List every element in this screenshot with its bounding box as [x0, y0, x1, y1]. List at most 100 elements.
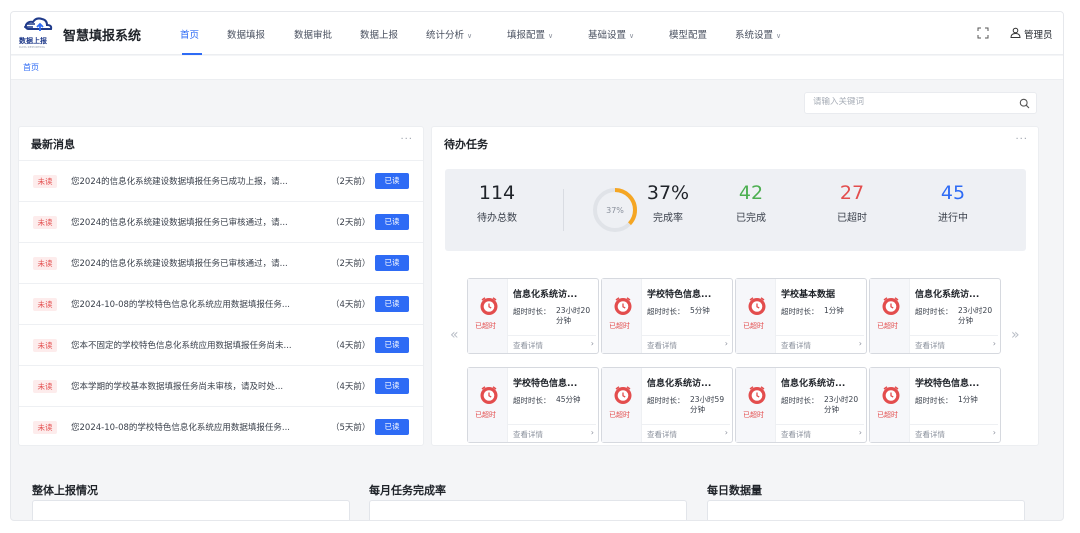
- unread-badge: 未读: [33, 339, 57, 352]
- message-time: （4天前）: [331, 341, 371, 351]
- list-item[interactable]: 未读 您2024的信息化系统建设数据填报任务已审核通过，请... （2天前） 已…: [19, 242, 423, 283]
- completion-rate-value: 37%: [646, 182, 690, 204]
- search-icon[interactable]: [1019, 98, 1030, 109]
- alarm-clock-icon: [882, 297, 900, 315]
- message-text[interactable]: 您2024的信息化系统建设数据填报任务已审核通过，请...: [71, 216, 326, 228]
- nav-item-statistics[interactable]: 统计分析 ∨: [426, 27, 472, 41]
- task-card-status-area: [468, 368, 508, 442]
- task-card[interactable]: 已超时 信息化系统访... 超时时长： 23小时20分钟 查看详情 ›: [467, 278, 599, 354]
- breadcrumb: 首页: [11, 56, 1063, 80]
- message-text[interactable]: 您本学期的学校基本数据填报任务尚未审核，请及时处...: [71, 380, 326, 392]
- task-details-link[interactable]: 查看详情 ›: [508, 335, 596, 351]
- view-details-link[interactable]: 查看详情: [513, 429, 543, 440]
- task-details-link[interactable]: 查看详情 ›: [776, 424, 864, 440]
- messages-title: 最新消息: [31, 138, 75, 151]
- view-details-link[interactable]: 查看详情: [915, 429, 945, 440]
- nav-item-label: 统计分析: [426, 30, 465, 41]
- total-tasks-value: 114: [478, 182, 516, 204]
- nav-item-label: 数据审批: [294, 30, 333, 41]
- nav-item-fill-config[interactable]: 填报配置 ∨: [507, 27, 553, 41]
- ring-label: 37%: [606, 206, 624, 215]
- task-status: 已超时: [743, 411, 764, 419]
- message-time: （2天前）: [331, 177, 371, 187]
- mark-read-button[interactable]: 已读: [375, 337, 409, 353]
- nav-item-data-report[interactable]: 数据上报: [360, 27, 398, 41]
- user-name[interactable]: 管理员: [1024, 27, 1053, 41]
- task-card-status-area: [870, 368, 910, 442]
- task-duration-label: 超时时长：: [781, 396, 819, 405]
- list-item[interactable]: 未读 您2024-10-08的学校特色信息化系统应用数据填报任务... （4天前…: [19, 283, 423, 324]
- message-text[interactable]: 您2024的信息化系统建设数据填报任务已审核通过，请...: [71, 257, 326, 269]
- prev-page-arrow[interactable]: «: [450, 327, 459, 343]
- task-title: 学校基本数据: [781, 290, 836, 300]
- nav-item-system-settings[interactable]: 系统设置 ∨: [735, 27, 781, 41]
- chevron-down-icon: ∨: [629, 32, 635, 40]
- task-title: 学校特色信息...: [915, 379, 980, 389]
- task-details-link[interactable]: 查看详情 ›: [910, 335, 998, 351]
- task-card[interactable]: 已超时 学校基本数据 超时时长： 1分钟 查看详情 ›: [735, 278, 867, 354]
- task-card[interactable]: 已超时 学校特色信息... 超时时长： 5分钟 查看详情 ›: [601, 278, 733, 354]
- message-text[interactable]: 您2024-10-08的学校特色信息化系统应用数据填报任务...: [71, 298, 326, 310]
- task-card[interactable]: 已超时 学校特色信息... 超时时长： 45分钟 查看详情 ›: [467, 367, 599, 443]
- nav-item-data-entry[interactable]: 数据填报: [227, 27, 265, 41]
- list-item[interactable]: 未读 您2024的信息化系统建设数据填报任务已成功上报，请... （2天前） 已…: [19, 160, 423, 201]
- chevron-right-icon: ›: [724, 339, 728, 348]
- nav-item-home[interactable]: 首页: [180, 27, 202, 55]
- view-details-link[interactable]: 查看详情: [781, 429, 811, 440]
- list-item[interactable]: 未读 您2024-10-08的学校特色信息化系统应用数据填报任务... （5天前…: [19, 406, 423, 447]
- mark-read-button[interactable]: 已读: [375, 214, 409, 230]
- total-tasks-label: 待办总数: [477, 213, 517, 224]
- unread-badge: 未读: [33, 175, 57, 188]
- message-text[interactable]: 您2024-10-08的学校特色信息化系统应用数据填报任务...: [71, 421, 326, 433]
- nav-item-basic-settings[interactable]: 基础设置 ∨: [588, 27, 634, 41]
- search-input[interactable]: [813, 97, 1003, 107]
- task-card[interactable]: 已超时 信息化系统访... 超时时长： 23小时20分钟 查看详情 ›: [869, 278, 1001, 354]
- task-card[interactable]: 已超时 学校特色信息... 超时时长： 1分钟 查看详情 ›: [869, 367, 1001, 443]
- task-title: 信息化系统访...: [915, 290, 980, 300]
- mark-read-button[interactable]: 已读: [375, 255, 409, 271]
- nav-item-model-config[interactable]: 模型配置: [669, 27, 707, 41]
- more-icon[interactable]: ···: [1015, 134, 1028, 145]
- message-text[interactable]: 您本不固定的学校特色信息化系统应用数据填报任务尚未...: [71, 339, 326, 351]
- mark-read-button[interactable]: 已读: [375, 419, 409, 435]
- task-details-link[interactable]: 查看详情 ›: [642, 424, 730, 440]
- nav-item-label: 模型配置: [669, 30, 708, 41]
- task-card[interactable]: 已超时 信息化系统访... 超时时长： 23小时59分钟 查看详情 ›: [601, 367, 733, 443]
- list-item[interactable]: 未读 您本学期的学校基本数据填报任务尚未审核，请及时处... （4天前） 已读: [19, 365, 423, 406]
- task-card[interactable]: 已超时 信息化系统访... 超时时长： 23小时20分钟 查看详情 ›: [735, 367, 867, 443]
- breadcrumb-home[interactable]: 首页: [23, 62, 39, 73]
- view-details-link[interactable]: 查看详情: [647, 340, 677, 351]
- message-time: （5天前）: [331, 423, 371, 433]
- task-details-link[interactable]: 查看详情 ›: [776, 335, 864, 351]
- list-item[interactable]: 未读 您2024的信息化系统建设数据填报任务已审核通过，请... （2天前） 已…: [19, 201, 423, 242]
- task-duration-label: 超时时长：: [647, 396, 685, 405]
- view-details-link[interactable]: 查看详情: [647, 429, 677, 440]
- task-duration-value: 1分钟: [958, 395, 978, 404]
- task-status: 已超时: [475, 322, 496, 330]
- daily-volume-panel: [707, 500, 1025, 520]
- unread-badge: 未读: [33, 257, 57, 270]
- unread-badge: 未读: [33, 380, 57, 393]
- message-text[interactable]: 您2024的信息化系统建设数据填报任务已成功上报，请...: [71, 175, 326, 187]
- overdue-label: 已超时: [837, 213, 867, 224]
- nav-item-data-approval[interactable]: 数据审批: [294, 27, 332, 41]
- task-details-link[interactable]: 查看详情 ›: [508, 424, 596, 440]
- next-page-arrow[interactable]: »: [1011, 327, 1020, 343]
- more-icon[interactable]: ···: [400, 134, 413, 145]
- task-details-link[interactable]: 查看详情 ›: [910, 424, 998, 440]
- fullscreen-icon[interactable]: [977, 27, 989, 39]
- task-duration-value: 23小时59分钟: [690, 395, 725, 414]
- view-details-link[interactable]: 查看详情: [513, 340, 543, 351]
- view-details-link[interactable]: 查看详情: [781, 340, 811, 351]
- view-details-link[interactable]: 查看详情: [915, 340, 945, 351]
- overdue-value: 27: [839, 182, 865, 204]
- mark-read-button[interactable]: 已读: [375, 296, 409, 312]
- mark-read-button[interactable]: 已读: [375, 173, 409, 189]
- mark-read-button[interactable]: 已读: [375, 378, 409, 394]
- in-progress-value: 45: [940, 182, 966, 204]
- task-card-status-area: [736, 279, 776, 353]
- task-details-link[interactable]: 查看详情 ›: [642, 335, 730, 351]
- app-logo[interactable]: 数据上报 DATA REPORTING: [19, 17, 61, 49]
- list-item[interactable]: 未读 您本不固定的学校特色信息化系统应用数据填报任务尚未... （4天前） 已读: [19, 324, 423, 365]
- task-title: 信息化系统访...: [647, 379, 712, 389]
